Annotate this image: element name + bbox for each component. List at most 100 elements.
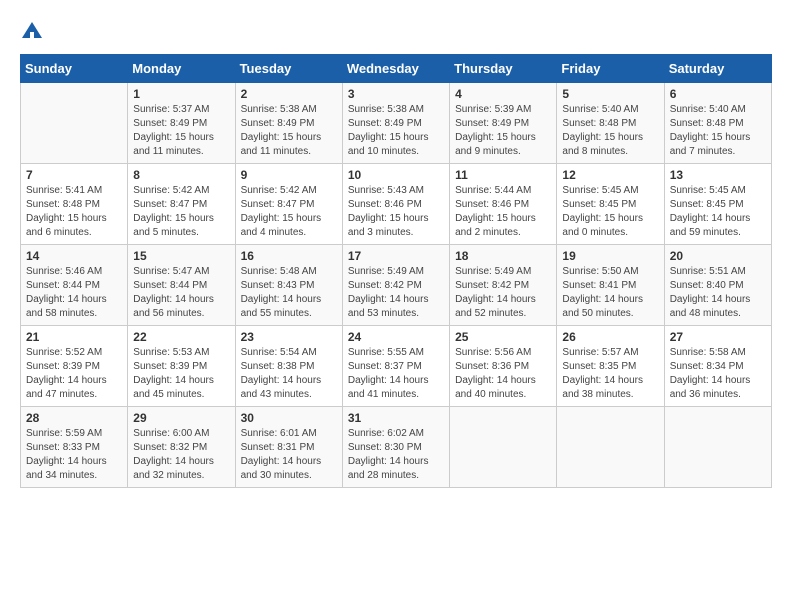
day-info: Sunrise: 5:45 AMSunset: 8:45 PMDaylight:… — [670, 184, 766, 240]
day-number: 13 — [670, 168, 766, 182]
day-number: 21 — [26, 330, 122, 344]
day-number: 4 — [455, 87, 551, 101]
day-number: 18 — [455, 249, 551, 263]
day-info: Sunrise: 5:49 AMSunset: 8:42 PMDaylight:… — [348, 265, 444, 321]
calendar-cell — [664, 407, 771, 488]
calendar-cell: 3 Sunrise: 5:38 AMSunset: 8:49 PMDaylight… — [342, 83, 449, 164]
day-number: 3 — [348, 87, 444, 101]
calendar-cell: 26 Sunrise: 5:57 AMSunset: 8:35 PMDayligh… — [557, 326, 664, 407]
day-info: Sunrise: 5:44 AMSunset: 8:46 PMDaylight:… — [455, 184, 551, 240]
calendar-cell — [450, 407, 557, 488]
weekday-header: Friday — [557, 55, 664, 83]
day-number: 19 — [562, 249, 658, 263]
day-number: 29 — [133, 411, 229, 425]
calendar-week-row: 7 Sunrise: 5:41 AMSunset: 8:48 PMDaylight… — [21, 164, 772, 245]
weekday-header: Thursday — [450, 55, 557, 83]
day-info: Sunrise: 5:54 AMSunset: 8:38 PMDaylight:… — [241, 346, 337, 402]
logo-icon — [20, 20, 44, 44]
calendar-cell: 12Sunrise: 5:45 AMSunset: 8:45 PMDayligh… — [557, 164, 664, 245]
calendar-week-row: 14 Sunrise: 5:46 AMSunset: 8:44 PMDayligh… — [21, 245, 772, 326]
calendar-header: SundayMondayTuesdayWednesdayThursdayFrid… — [21, 55, 772, 83]
calendar-week-row: 28 Sunrise: 5:59 AMSunset: 8:33 PMDayligh… — [21, 407, 772, 488]
day-number: 25 — [455, 330, 551, 344]
day-number: 7 — [26, 168, 122, 182]
weekday-header: Wednesday — [342, 55, 449, 83]
day-info: Sunrise: 5:52 AMSunset: 8:39 PMDaylight:… — [26, 346, 122, 402]
calendar-cell: 4 Sunrise: 5:39 AMSunset: 8:49 PMDaylight… — [450, 83, 557, 164]
day-info: Sunrise: 6:01 AMSunset: 8:31 PMDaylight:… — [241, 427, 337, 483]
day-number: 15 — [133, 249, 229, 263]
calendar-cell: 22 Sunrise: 5:53 AMSunset: 8:39 PMDayligh… — [128, 326, 235, 407]
calendar-cell: 9 Sunrise: 5:42 AMSunset: 8:47 PMDaylight… — [235, 164, 342, 245]
day-info: Sunrise: 5:38 AMSunset: 8:49 PMDaylight:… — [348, 103, 444, 159]
day-number: 9 — [241, 168, 337, 182]
calendar-cell: 10 Sunrise: 5:43 AMSunset: 8:46 PMDayligh… — [342, 164, 449, 245]
day-number: 2 — [241, 87, 337, 101]
day-info: Sunrise: 5:57 AMSunset: 8:35 PMDaylight:… — [562, 346, 658, 402]
logo — [20, 20, 48, 44]
calendar-cell: 1Sunrise: 5:37 AMSunset: 8:49 PMDaylight… — [128, 83, 235, 164]
calendar-cell: 27 Sunrise: 5:58 AMSunset: 8:34 PMDayligh… — [664, 326, 771, 407]
weekday-header: Sunday — [21, 55, 128, 83]
day-info: Sunrise: 5:55 AMSunset: 8:37 PMDaylight:… — [348, 346, 444, 402]
day-info: Sunrise: 5:58 AMSunset: 8:34 PMDaylight:… — [670, 346, 766, 402]
weekday-row: SundayMondayTuesdayWednesdayThursdayFrid… — [21, 55, 772, 83]
calendar-cell: 6 Sunrise: 5:40 AMSunset: 8:48 PMDaylight… — [664, 83, 771, 164]
day-info: Sunrise: 5:49 AMSunset: 8:42 PMDaylight:… — [455, 265, 551, 321]
calendar-table: SundayMondayTuesdayWednesdayThursdayFrid… — [20, 54, 772, 488]
calendar-cell: 11Sunrise: 5:44 AMSunset: 8:46 PMDayligh… — [450, 164, 557, 245]
day-info: Sunrise: 5:40 AMSunset: 8:48 PMDaylight:… — [562, 103, 658, 159]
calendar-cell: 13 Sunrise: 5:45 AMSunset: 8:45 PMDayligh… — [664, 164, 771, 245]
calendar-cell: 8Sunrise: 5:42 AMSunset: 8:47 PMDaylight… — [128, 164, 235, 245]
calendar-cell: 25 Sunrise: 5:56 AMSunset: 8:36 PMDayligh… — [450, 326, 557, 407]
weekday-header: Tuesday — [235, 55, 342, 83]
day-number: 20 — [670, 249, 766, 263]
day-info: Sunrise: 5:40 AMSunset: 8:48 PMDaylight:… — [670, 103, 766, 159]
day-number: 31 — [348, 411, 444, 425]
day-number: 27 — [670, 330, 766, 344]
calendar-cell: 29 Sunrise: 6:00 AMSunset: 8:32 PMDayligh… — [128, 407, 235, 488]
day-info: Sunrise: 5:42 AMSunset: 8:47 PMDaylight:… — [133, 184, 229, 240]
day-number: 1 — [133, 87, 229, 101]
day-info: Sunrise: 5:48 AMSunset: 8:43 PMDaylight:… — [241, 265, 337, 321]
day-info: Sunrise: 5:38 AMSunset: 8:49 PMDaylight:… — [241, 103, 337, 159]
day-number: 30 — [241, 411, 337, 425]
day-info: Sunrise: 6:00 AMSunset: 8:32 PMDaylight:… — [133, 427, 229, 483]
weekday-header: Saturday — [664, 55, 771, 83]
day-info: Sunrise: 5:46 AMSunset: 8:44 PMDaylight:… — [26, 265, 122, 321]
calendar-cell: 7 Sunrise: 5:41 AMSunset: 8:48 PMDaylight… — [21, 164, 128, 245]
calendar-cell: 2 Sunrise: 5:38 AMSunset: 8:49 PMDaylight… — [235, 83, 342, 164]
day-info: Sunrise: 5:50 AMSunset: 8:41 PMDaylight:… — [562, 265, 658, 321]
calendar-week-row: 21 Sunrise: 5:52 AMSunset: 8:39 PMDayligh… — [21, 326, 772, 407]
day-info: Sunrise: 5:39 AMSunset: 8:49 PMDaylight:… — [455, 103, 551, 159]
day-info: Sunrise: 5:47 AMSunset: 8:44 PMDaylight:… — [133, 265, 229, 321]
day-info: Sunrise: 5:59 AMSunset: 8:33 PMDaylight:… — [26, 427, 122, 483]
day-number: 14 — [26, 249, 122, 263]
day-number: 22 — [133, 330, 229, 344]
calendar-cell: 5Sunrise: 5:40 AMSunset: 8:48 PMDaylight… — [557, 83, 664, 164]
calendar-cell — [557, 407, 664, 488]
day-number: 26 — [562, 330, 658, 344]
day-number: 17 — [348, 249, 444, 263]
calendar-cell: 24Sunrise: 5:55 AMSunset: 8:37 PMDayligh… — [342, 326, 449, 407]
calendar-cell: 30 Sunrise: 6:01 AMSunset: 8:31 PMDayligh… — [235, 407, 342, 488]
day-info: Sunrise: 5:43 AMSunset: 8:46 PMDaylight:… — [348, 184, 444, 240]
calendar-cell: 21 Sunrise: 5:52 AMSunset: 8:39 PMDayligh… — [21, 326, 128, 407]
day-number: 23 — [241, 330, 337, 344]
day-info: Sunrise: 5:53 AMSunset: 8:39 PMDaylight:… — [133, 346, 229, 402]
calendar-cell: 18 Sunrise: 5:49 AMSunset: 8:42 PMDayligh… — [450, 245, 557, 326]
day-number: 28 — [26, 411, 122, 425]
calendar-cell: 14 Sunrise: 5:46 AMSunset: 8:44 PMDayligh… — [21, 245, 128, 326]
calendar-cell: 17 Sunrise: 5:49 AMSunset: 8:42 PMDayligh… — [342, 245, 449, 326]
day-info: Sunrise: 5:41 AMSunset: 8:48 PMDaylight:… — [26, 184, 122, 240]
day-info: Sunrise: 5:42 AMSunset: 8:47 PMDaylight:… — [241, 184, 337, 240]
day-number: 16 — [241, 249, 337, 263]
day-number: 6 — [670, 87, 766, 101]
calendar-cell: 23 Sunrise: 5:54 AMSunset: 8:38 PMDayligh… — [235, 326, 342, 407]
calendar-cell — [21, 83, 128, 164]
calendar-cell: 20Sunrise: 5:51 AMSunset: 8:40 PMDayligh… — [664, 245, 771, 326]
day-info: Sunrise: 5:56 AMSunset: 8:36 PMDaylight:… — [455, 346, 551, 402]
weekday-header: Monday — [128, 55, 235, 83]
page-header — [20, 20, 772, 44]
day-number: 10 — [348, 168, 444, 182]
